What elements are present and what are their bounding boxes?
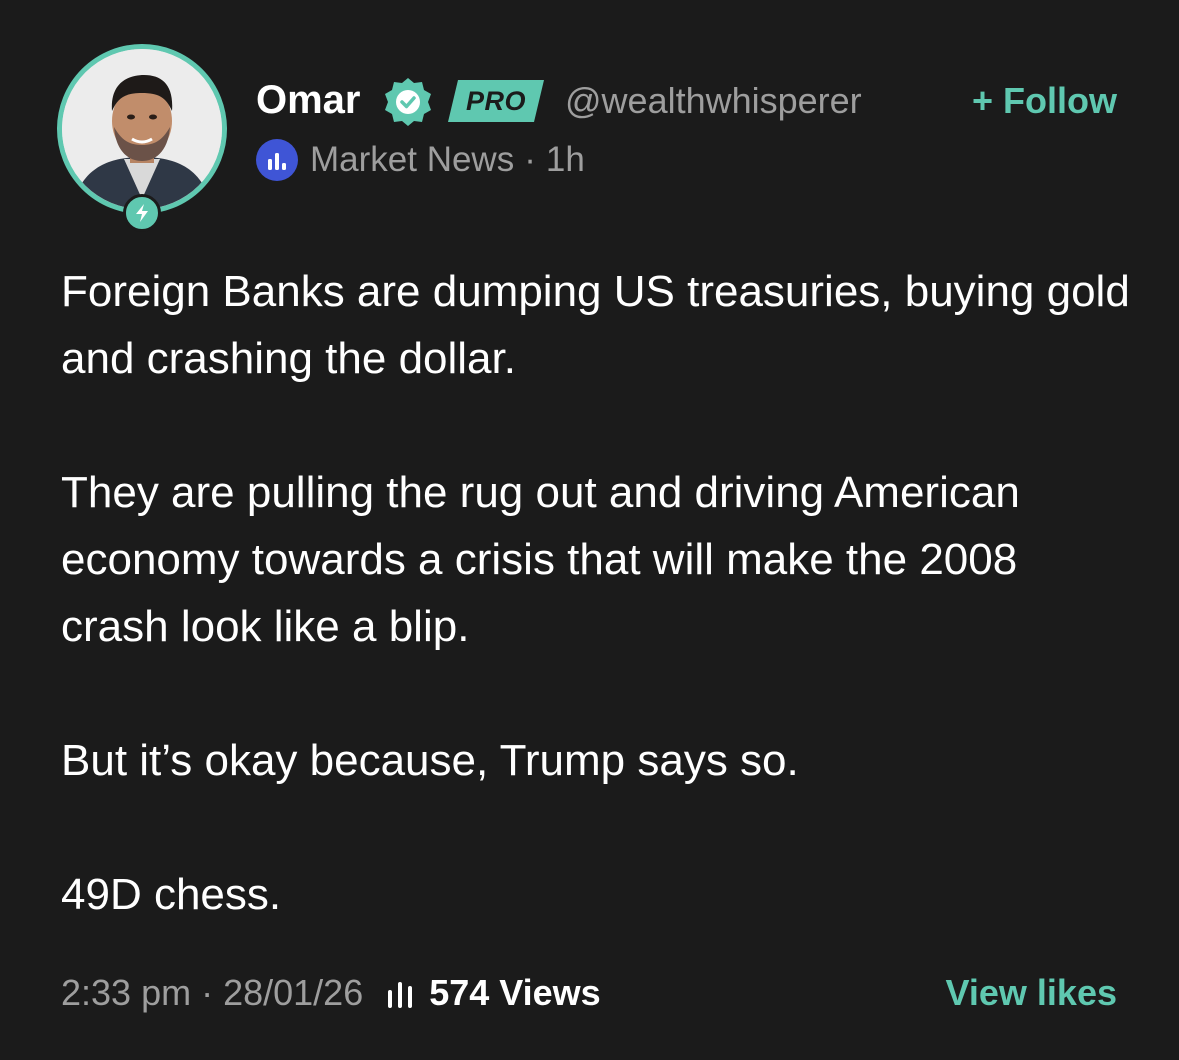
meta-separator: · <box>524 140 536 179</box>
post-paragraph: But it’s okay because, Trump says so. <box>61 736 799 785</box>
post-time: 2:33 pm <box>61 972 192 1013</box>
post-date: 28/01/26 <box>223 972 364 1013</box>
author-avatar-container[interactable] <box>57 44 227 232</box>
avatar-photo <box>62 49 222 209</box>
pro-badge: PRO <box>448 80 544 122</box>
lightning-icon <box>123 194 161 232</box>
pro-badge-label: PRO <box>465 86 526 116</box>
verified-badge-icon <box>382 76 434 128</box>
post-footer: 2:33 pm · 28/01/26 574 Views <box>61 968 601 1018</box>
views-count: 574 Views <box>429 972 601 1013</box>
post-card: Omar PRO @wealthwhisperer + Follow Marke… <box>0 0 1179 1060</box>
bar-chart-icon <box>256 139 298 181</box>
avatar[interactable] <box>57 44 227 214</box>
community-name[interactable]: Market News <box>310 140 514 180</box>
post-paragraph: Foreign Banks are dumping US treasuries,… <box>61 267 1130 383</box>
follow-button[interactable]: + Follow <box>972 79 1117 123</box>
post-time-ago: 1h <box>545 140 585 179</box>
author-handle[interactable]: @wealthwhisperer <box>565 79 862 123</box>
post-body: Foreign Banks are dumping US treasuries,… <box>61 258 1131 928</box>
author-name[interactable]: Omar <box>256 76 361 124</box>
view-likes-button[interactable]: View likes <box>946 968 1117 1018</box>
post-paragraph: They are pulling the rug out and driving… <box>61 468 1020 651</box>
post-meta: Market News · 1h <box>256 139 585 181</box>
post-paragraph: 49D chess. <box>61 870 282 919</box>
footer-separator: · <box>201 972 214 1013</box>
bar-chart-icon <box>388 982 413 1008</box>
